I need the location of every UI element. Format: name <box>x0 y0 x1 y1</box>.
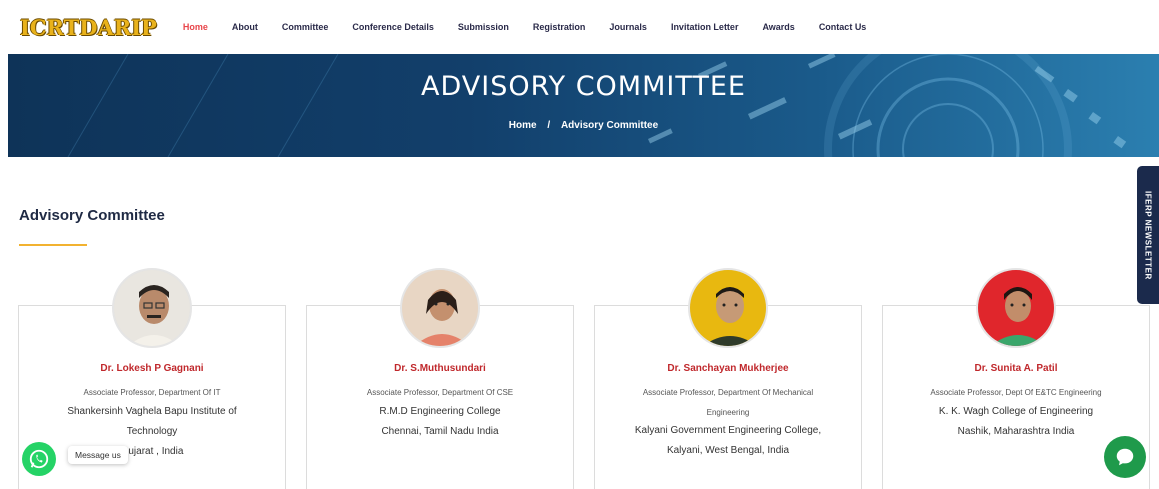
member-name: Dr. Lokesh P Gagnani <box>100 363 204 374</box>
nav-committee[interactable]: Committee <box>282 22 329 32</box>
member-institution: Shankersinh Vaghela Bapu Institute of Te… <box>67 406 237 457</box>
member-photo <box>976 268 1056 348</box>
member-photo <box>112 268 192 348</box>
whatsapp-button[interactable] <box>22 442 56 476</box>
nav-registration[interactable]: Registration <box>533 22 586 32</box>
main-menu: Home About Committee Conference Details … <box>183 22 891 32</box>
member-name: Dr. Sanchayan Mukherjee <box>667 363 789 374</box>
member-institution: K. K. Wagh College of Engineering Nashik… <box>938 406 1094 437</box>
top-navbar: ICRTDARIP Home About Committee Conferenc… <box>0 0 1159 54</box>
nav-journals[interactable]: Journals <box>609 22 647 32</box>
nav-awards[interactable]: Awards <box>762 22 794 32</box>
section-heading: Advisory Committee <box>19 207 165 224</box>
newsletter-tab[interactable]: IFERP NEWSLETTER <box>1137 166 1159 304</box>
site-logo[interactable]: ICRTDARIP <box>20 15 157 40</box>
page-banner: ADVISORY COMMITTEE Home / Advisory Commi… <box>8 54 1159 157</box>
member-institution: R.M.D Engineering College Chennai, Tamil… <box>379 406 501 437</box>
breadcrumb-current: Advisory Committee <box>560 120 659 131</box>
breadcrumb-home[interactable]: Home <box>509 120 537 131</box>
whatsapp-label[interactable]: Message us <box>68 446 128 464</box>
page-title: ADVISORY COMMITTEE <box>420 71 746 102</box>
member-role: Associate Professor, Department Of CSE <box>366 388 514 397</box>
whatsapp-icon <box>29 449 49 469</box>
member-role: Associate Professor, Department Of IT <box>83 388 221 397</box>
member-name: Dr. Sunita A. Patil <box>974 363 1058 374</box>
nav-home[interactable]: Home <box>183 22 208 32</box>
heading-underline <box>19 244 87 246</box>
nav-submission[interactable]: Submission <box>458 22 509 32</box>
member-name: Dr. S.Muthusundari <box>394 363 486 374</box>
member-photo <box>400 268 480 348</box>
breadcrumb: Home / Advisory Committee <box>8 120 1159 131</box>
member-role: Associate Professor, Department Of Mecha… <box>642 388 814 417</box>
newsletter-tab-label: IFERP NEWSLETTER <box>1143 190 1153 280</box>
member-photo <box>688 268 768 348</box>
nav-contact-us[interactable]: Contact Us <box>819 22 867 32</box>
chat-button[interactable] <box>1104 436 1146 478</box>
nav-invitation-letter[interactable]: Invitation Letter <box>671 22 739 32</box>
member-role: Associate Professor, Dept Of E&TC Engine… <box>930 388 1102 397</box>
member-institution: Kalyani Government Engineering College, … <box>634 425 822 456</box>
nav-conference-details[interactable]: Conference Details <box>352 22 434 32</box>
breadcrumb-separator: / <box>547 120 551 131</box>
banner-tech-graphic <box>67 54 1127 157</box>
nav-about[interactable]: About <box>232 22 258 32</box>
chat-bubble-icon <box>1116 448 1134 466</box>
